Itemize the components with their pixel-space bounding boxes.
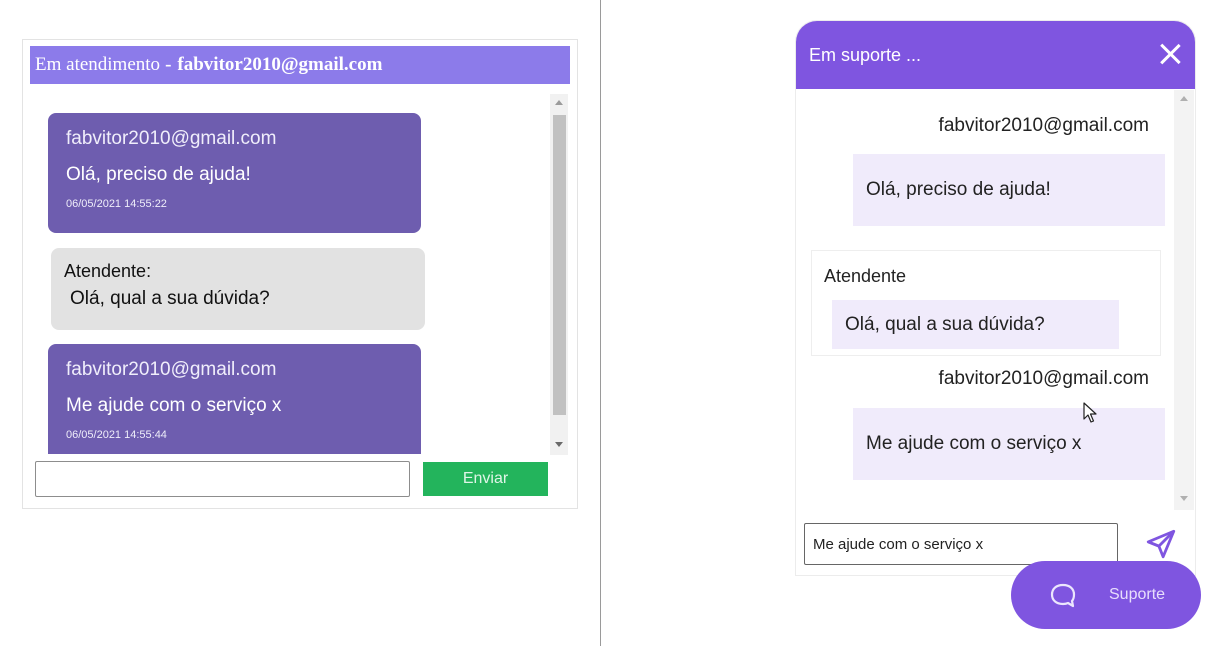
vertical-divider [600, 0, 601, 646]
support-chat-widget: Em suporte ... fabvitor2010@gmail.com Ol… [795, 20, 1196, 576]
scroll-up-arrow-icon[interactable] [1180, 96, 1188, 101]
message-list-scrollbar[interactable] [550, 94, 568, 455]
support-launcher-button[interactable]: Suporte [1011, 561, 1201, 629]
message-text: Me ajude com o serviço x [66, 395, 282, 416]
agent-message-bubble: Atendente: Olá, qual a sua dúvida? [51, 248, 425, 330]
message-sender: fabvitor2010@gmail.com [938, 368, 1149, 389]
support-launcher-label: Suporte [1109, 586, 1166, 603]
operator-chat-header: Em atendimento - fabvitor2010@gmail.com [30, 46, 570, 84]
operator-message-input[interactable] [35, 461, 410, 497]
message-text: Olá, preciso de ajuda! [866, 179, 1051, 200]
message-text: Olá, qual a sua dúvida? [845, 313, 1045, 335]
user-message-bubble: Me ajude com o serviço x [853, 408, 1165, 480]
support-message-input[interactable] [804, 523, 1118, 565]
message-sender: fabvitor2010@gmail.com [66, 128, 277, 149]
message-timestamp: 06/05/2021 14:55:44 [66, 429, 167, 441]
message-text: Me ajude com o serviço x [866, 433, 1082, 454]
agent-message-block: Atendente Olá, qual a sua dúvida? [811, 250, 1161, 356]
message-sender: Atendente [824, 266, 907, 286]
support-message-list[interactable]: fabvitor2010@gmail.com Olá, preciso de a… [797, 90, 1175, 510]
support-chat-title: Em suporte ... [809, 44, 922, 65]
message-list-scrollbar[interactable] [1174, 90, 1194, 510]
scroll-up-arrow-icon[interactable] [555, 100, 563, 105]
scrollbar-thumb[interactable] [553, 115, 566, 415]
header-status-label: Em atendimento [35, 54, 161, 75]
user-message-bubble: fabvitor2010@gmail.com Me ajude com o se… [48, 344, 421, 454]
user-message-bubble: Olá, preciso de ajuda! [853, 154, 1165, 226]
chat-bubble-icon [1050, 583, 1076, 608]
agent-message-bubble: Olá, qual a sua dúvida? [832, 300, 1119, 349]
user-message-bubble: fabvitor2010@gmail.com Olá, preciso de a… [48, 113, 421, 233]
message-sender: fabvitor2010@gmail.com [66, 359, 277, 380]
header-user-email: fabvitor2010@gmail.com [177, 54, 383, 75]
paper-plane-icon[interactable] [1144, 527, 1178, 561]
message-sender: fabvitor2010@gmail.com [938, 115, 1149, 136]
close-icon[interactable] [1159, 43, 1181, 65]
scroll-down-arrow-icon[interactable] [1180, 496, 1188, 501]
scroll-down-arrow-icon[interactable] [555, 442, 563, 447]
message-timestamp: 06/05/2021 14:55:22 [66, 198, 167, 210]
operator-message-list[interactable]: fabvitor2010@gmail.com Olá, preciso de a… [30, 92, 570, 454]
message-text: Olá, qual a sua dúvida? [70, 288, 270, 309]
operator-chat-window: Em atendimento - fabvitor2010@gmail.com … [22, 39, 578, 509]
support-chat-header: Em suporte ... [796, 21, 1195, 89]
header-separator: - [165, 54, 172, 75]
send-button[interactable]: Enviar [423, 462, 548, 496]
mouse-pointer-icon [1083, 402, 1097, 423]
message-sender: Atendente: [64, 261, 152, 281]
message-text: Olá, preciso de ajuda! [66, 164, 251, 185]
